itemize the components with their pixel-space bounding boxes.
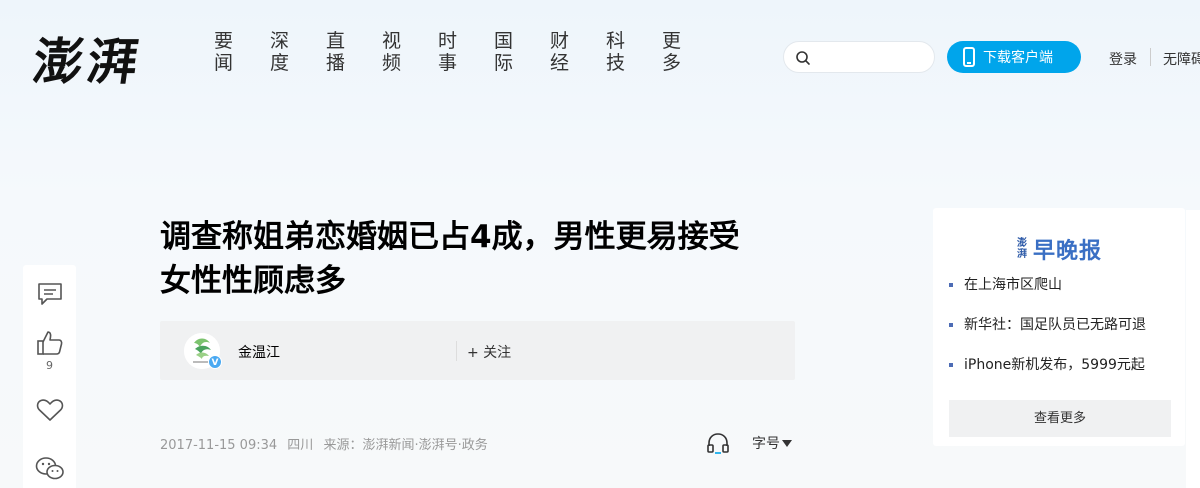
wechat-icon xyxy=(35,457,64,480)
nav-item-news[interactable]: 要闻 xyxy=(214,30,270,74)
page-edge xyxy=(1186,210,1200,488)
article-source: 来源：澎湃新闻·澎湃号·政务 xyxy=(323,438,488,453)
article-title-line2: 女性性顾虑多 xyxy=(160,263,346,299)
nav-item-international[interactable]: 国际 xyxy=(494,30,550,74)
nav-item-live[interactable]: 直播 xyxy=(326,30,382,74)
phone-icon xyxy=(963,47,975,67)
caret-down-icon xyxy=(782,440,792,447)
favorite-button[interactable] xyxy=(23,398,76,422)
card-logo[interactable]: 澎湃 早晚报 xyxy=(1017,233,1102,265)
header-divider xyxy=(1150,48,1151,66)
article-title: 调查称姐弟恋婚姻已占4成，男性更易接受 女性性顾虑多 xyxy=(160,215,800,303)
author-bar: V 金温江 + 关注 xyxy=(160,321,795,380)
site-logo[interactable]: 澎湃 xyxy=(29,22,147,94)
author-avatar[interactable]: V xyxy=(184,333,222,369)
font-size-label: 字号 xyxy=(752,436,780,452)
font-size-toggle[interactable]: 字号 xyxy=(752,433,792,453)
article-tools-sidebar: 9 xyxy=(23,265,76,488)
nav-item-current-affairs[interactable]: 时事 xyxy=(438,30,494,74)
follow-button[interactable]: + 关注 xyxy=(467,342,511,362)
like-count: 9 xyxy=(46,359,53,372)
nav-item-finance[interactable]: 财经 xyxy=(550,30,606,74)
author-divider xyxy=(456,341,457,361)
news-list-item[interactable]: 新华社：国足队员已无路可退 xyxy=(949,317,1179,357)
morning-evening-news-card: 澎湃 早晚报 在上海市区爬山 新华社：国足队员已无路可退 iPhone新机发布，… xyxy=(933,208,1185,446)
page: 澎湃 要闻 深度 直播 视频 时事 国际 财经 科技 更多 下载客户端 登录 无… xyxy=(0,0,1200,488)
login-link[interactable]: 登录 xyxy=(1109,49,1137,69)
article-title-line1: 调查称姐弟恋婚姻已占4成，男性更易接受 xyxy=(160,219,740,255)
search-icon[interactable] xyxy=(795,50,811,66)
comment-button[interactable] xyxy=(23,282,76,306)
card-logo-small: 澎湃 xyxy=(1017,238,1027,260)
download-app-label: 下载客户端 xyxy=(983,50,1053,66)
author-name[interactable]: 金温江 xyxy=(238,342,280,362)
nav-item-depth[interactable]: 深度 xyxy=(270,30,326,74)
nav-item-tech[interactable]: 科技 xyxy=(606,30,662,74)
download-app-button[interactable]: 下载客户端 xyxy=(947,41,1081,73)
thumbs-up-icon xyxy=(36,331,62,355)
heart-icon xyxy=(36,399,63,421)
nav-item-more[interactable]: 更多 xyxy=(662,30,718,74)
search-input[interactable] xyxy=(816,48,926,68)
article-date: 2017-11-15 09:34 xyxy=(160,438,278,453)
news-list-item[interactable]: 在上海市区爬山 xyxy=(949,277,1179,317)
main-nav: 要闻 深度 直播 视频 时事 国际 财经 科技 更多 xyxy=(214,30,718,74)
search-box xyxy=(783,41,935,73)
nav-item-video[interactable]: 视频 xyxy=(382,30,438,74)
news-list-item[interactable]: iPhone新机发布，5999元起 xyxy=(949,357,1179,397)
news-list: 在上海市区爬山 新华社：国足队员已无路可退 iPhone新机发布，5999元起 xyxy=(949,277,1179,397)
accessibility-link[interactable]: 无障碍 xyxy=(1163,49,1200,69)
article-location: 四川 xyxy=(287,438,314,453)
see-more-button[interactable]: 查看更多 xyxy=(949,400,1171,437)
article-meta: 2017-11-15 09:34 四川 来源：澎湃新闻·澎湃号·政务 xyxy=(160,434,494,453)
card-logo-main: 早晚报 xyxy=(1033,239,1103,264)
verified-badge-icon: V xyxy=(208,355,222,369)
like-button[interactable]: 9 xyxy=(23,329,76,372)
headphones-icon[interactable] xyxy=(706,432,730,454)
wechat-share-button[interactable] xyxy=(23,456,76,482)
comment-icon xyxy=(37,283,62,305)
